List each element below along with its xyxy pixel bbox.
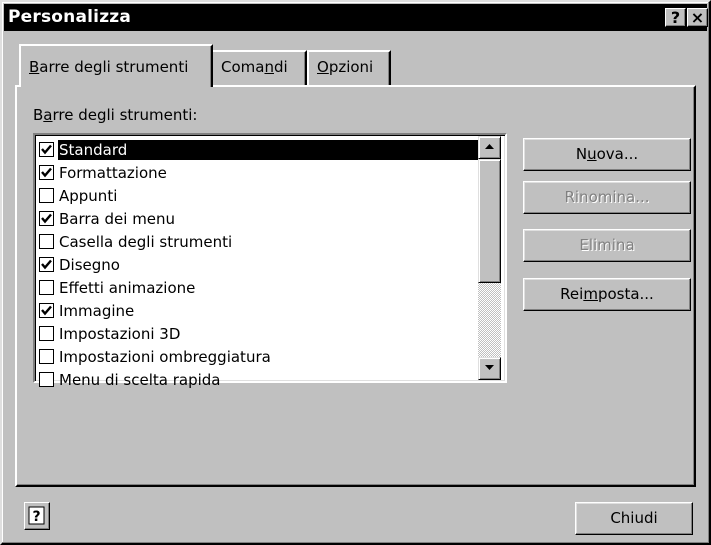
close-icon[interactable]: × xyxy=(687,8,708,27)
checkbox[interactable] xyxy=(39,303,54,318)
list-item-label: Menu di scelta rapida xyxy=(59,370,221,389)
context-help-button[interactable]: ? xyxy=(24,502,50,530)
checkbox[interactable] xyxy=(39,142,54,157)
question-icon: ? xyxy=(28,506,45,525)
scroll-up-button[interactable] xyxy=(478,136,501,159)
checkmark-icon xyxy=(41,213,52,224)
help-icon[interactable]: ? xyxy=(665,8,686,27)
list-item[interactable]: Barra dei menu xyxy=(39,207,479,230)
list-item[interactable]: Effetti animazione xyxy=(39,276,479,299)
tab-options-accel: O xyxy=(317,58,329,76)
checkbox[interactable] xyxy=(39,188,54,203)
tab-options[interactable]: Opzioni xyxy=(307,50,391,85)
tab-options-label: pzioni xyxy=(328,58,374,76)
toolbars-label-post: rre degli strumenti: xyxy=(52,106,198,124)
list-item[interactable]: Menu di scelta rapida xyxy=(39,368,479,391)
reset-button-post: posta... xyxy=(597,285,654,303)
list-item[interactable]: Appunti xyxy=(39,184,479,207)
checkbox[interactable] xyxy=(39,165,54,180)
tab-commands-accel: n xyxy=(264,58,274,76)
list-item[interactable]: Formattazione xyxy=(39,161,479,184)
list-item-label: Disegno xyxy=(59,255,120,274)
new-button-accel: u xyxy=(587,145,597,163)
list-item-label: Barra dei menu xyxy=(59,209,176,228)
tab-commands[interactable]: Comandi xyxy=(213,50,307,85)
list-item-label: Appunti xyxy=(59,186,118,205)
rename-button[interactable]: Rinomina... xyxy=(523,181,691,214)
checkmark-icon xyxy=(41,167,52,178)
tab-commands-label-pre: Coma xyxy=(221,58,265,76)
toolbars-list-label: Barre degli strumenti: xyxy=(33,106,197,124)
new-button-post: ova... xyxy=(596,145,639,163)
new-button[interactable]: Nuova... xyxy=(523,138,691,171)
list-item[interactable]: Standard xyxy=(39,138,479,161)
checkmark-icon xyxy=(41,305,52,316)
checkbox[interactable] xyxy=(39,372,54,387)
checkmark-icon xyxy=(41,259,52,270)
reset-button-pre: Rei xyxy=(560,285,584,303)
scroll-down-button[interactable] xyxy=(478,357,501,380)
scroll-thumb[interactable] xyxy=(478,159,501,283)
svg-text:?: ? xyxy=(32,509,40,525)
close-button[interactable]: Chiudi xyxy=(575,502,693,535)
arrow-down-icon xyxy=(485,365,494,370)
checkbox[interactable] xyxy=(39,234,54,249)
list-item[interactable]: Disegno xyxy=(39,253,479,276)
list-item-label: Standard xyxy=(58,139,479,160)
dialog-title: Personalizza xyxy=(8,7,132,27)
list-item-label: Impostazioni ombreggiatura xyxy=(59,347,271,366)
new-button-pre: N xyxy=(575,145,588,163)
list-item[interactable]: Immagine xyxy=(39,299,479,322)
list-item-label: Effetti animazione xyxy=(59,278,196,297)
list-item-label: Immagine xyxy=(59,301,135,320)
reset-button[interactable]: Reimposta... xyxy=(523,278,691,311)
list-item-label: Casella degli strumenti xyxy=(59,232,233,251)
list-item[interactable]: Impostazioni 3D xyxy=(39,322,479,345)
listbox-scrollbar[interactable] xyxy=(478,136,501,380)
list-item[interactable]: Impostazioni ombreggiatura xyxy=(39,345,479,368)
arrow-up-icon xyxy=(485,144,494,149)
toolbars-list: Standard Formattazione Appunti Barra dei me… xyxy=(39,138,479,391)
toolbars-label-pre: B xyxy=(33,106,44,124)
checkbox[interactable] xyxy=(39,349,54,364)
tab-commands-label-post: di xyxy=(273,58,288,76)
tab-toolbars[interactable]: Barre degli strumenti xyxy=(19,44,213,87)
toolbars-label-accel: a xyxy=(43,106,53,124)
checkbox[interactable] xyxy=(39,280,54,295)
list-item-label: Formattazione xyxy=(59,163,167,182)
tab-toolbars-accel: B xyxy=(29,58,40,76)
reset-button-accel: m xyxy=(583,285,598,303)
toolbars-listbox[interactable]: Standard Formattazione Appunti Barra dei me… xyxy=(33,133,507,389)
delete-button[interactable]: Elimina xyxy=(523,229,691,262)
checkmark-icon xyxy=(41,144,52,155)
checkbox[interactable] xyxy=(39,326,54,341)
list-item[interactable]: Casella degli strumenti xyxy=(39,230,479,253)
checkbox[interactable] xyxy=(39,211,54,226)
tab-toolbars-label: arre degli strumenti xyxy=(39,58,189,76)
list-item-label: Impostazioni 3D xyxy=(59,324,181,343)
title-bar: Personalizza ? × xyxy=(4,4,708,31)
checkbox[interactable] xyxy=(39,257,54,272)
